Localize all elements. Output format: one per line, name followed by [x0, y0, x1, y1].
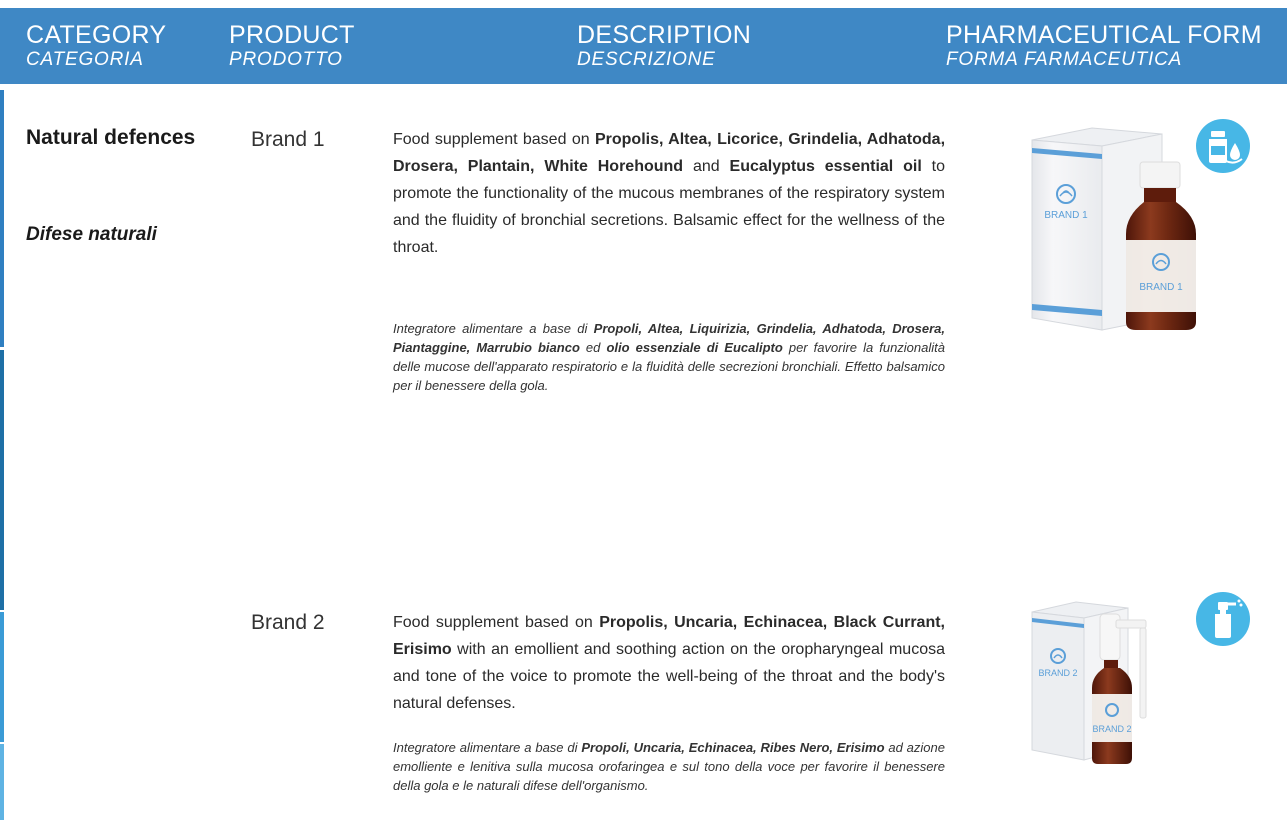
description-it: Integratore alimentare a base di Propoli…: [393, 738, 945, 795]
header-product-it: PRODOTTO: [229, 49, 343, 71]
product-name: Brand 1: [251, 128, 325, 151]
bottle-brand-label: BRAND 1: [1139, 282, 1183, 293]
left-edge-stripe: [0, 744, 4, 820]
text-run: Integratore alimentare a base di: [393, 740, 582, 755]
box-brand-label: BRAND 1: [1044, 210, 1088, 221]
product-bottle: BRAND 2: [1092, 613, 1147, 764]
text-run: with an emollient and soothing action on…: [393, 641, 945, 712]
text-run: Integratore alimentare a base di: [393, 321, 594, 336]
description-en: Food supplement based on Propolis, Uncar…: [393, 609, 945, 717]
description-en: Food supplement based on Propolis, Altea…: [393, 126, 945, 261]
header-form: PHARMACEUTICAL FORM FORMA FARMACEUTICA: [946, 22, 1262, 70]
header-description: DESCRIPTION DESCRIZIONE: [577, 22, 751, 70]
text-run: and: [683, 158, 730, 175]
header-description-en: DESCRIPTION: [577, 21, 752, 49]
box-brand-label: BRAND 2: [1038, 668, 1077, 678]
header-form-en: PHARMACEUTICAL FORM: [946, 21, 1262, 49]
header-description-it: DESCRIZIONE: [577, 49, 716, 71]
table-header: CATEGORY CATEGORIA PRODUCT PRODOTTO DESC…: [0, 8, 1287, 84]
bold-ingredients: olio essenziale di Eucalipto: [606, 340, 783, 355]
header-category: CATEGORY CATEGORIA: [26, 22, 166, 70]
bold-ingredients: Eucalyp­tus essential oil: [729, 158, 922, 175]
header-form-it: FORMA FARMACEUTICA: [946, 49, 1183, 71]
text-run: Food supplement based on: [393, 131, 595, 148]
text-run: Food supplement based on: [393, 614, 600, 631]
left-edge-stripe: [0, 90, 4, 347]
header-product: PRODUCT PRODOTTO: [229, 22, 355, 70]
product-image-spray: BRAND 2 BRAND 2: [1031, 601, 1147, 764]
syrup-bottle-drop-icon: [1196, 119, 1250, 173]
spray-bottle-icon: [1196, 592, 1250, 646]
bottle-brand-label: BRAND 2: [1092, 724, 1131, 734]
left-edge-stripe: [0, 612, 4, 742]
bold-ingredients: Propoli, Uncaria, Echinacea, Ribes Nero,…: [581, 740, 885, 755]
text-run: ed: [579, 340, 607, 355]
product-image-syrup: BRAND 1 BRAND 1: [1031, 127, 1196, 331]
category-name-it: Difese naturali: [26, 224, 157, 245]
category-name-en: Natural defences: [26, 126, 196, 149]
header-category-en: CATEGORY: [26, 21, 167, 49]
product-name: Brand 2: [251, 611, 325, 634]
header-category-it: CATEGORIA: [26, 49, 144, 71]
header-product-en: PRODUCT: [229, 21, 355, 49]
left-edge-stripe: [0, 350, 4, 610]
description-it: Integratore alimentare a base di Propoli…: [393, 319, 945, 395]
